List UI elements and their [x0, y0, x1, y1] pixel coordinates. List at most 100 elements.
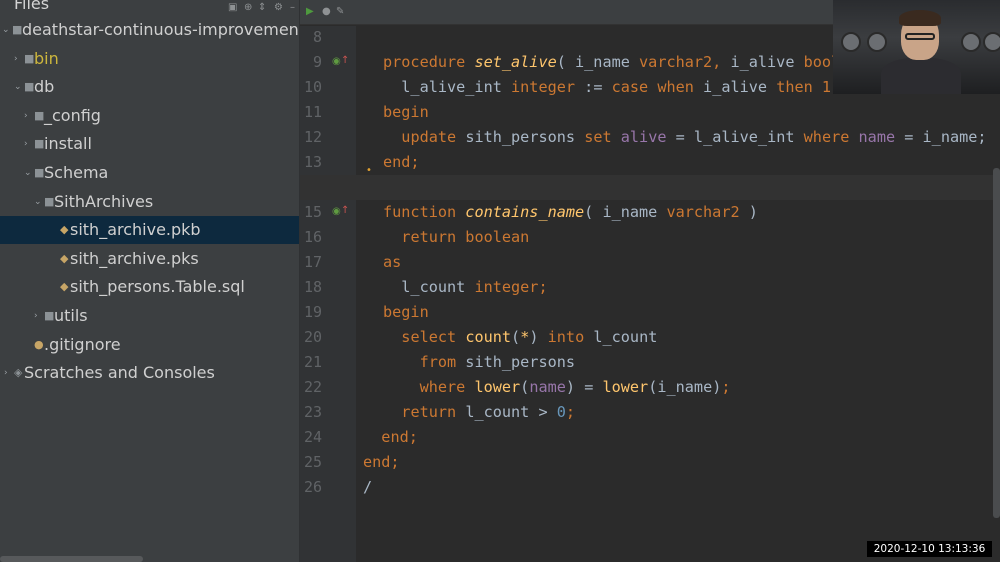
tree-item-root[interactable]: ⌄ ■ deathstar-continuous-improvement	[0, 16, 299, 44]
hide-panel-icon[interactable]: –	[290, 3, 295, 13]
tree-item-install[interactable]: › ■ install	[0, 130, 299, 158]
go-to-declaration-icon[interactable]: ↑	[341, 56, 349, 66]
code-line-13[interactable]: end;	[383, 150, 420, 175]
horizontal-scrollbar[interactable]	[0, 556, 143, 562]
tree-item-sith-archive-pkb[interactable]: ◆ sith_archive.pkb	[0, 216, 299, 245]
collapsed-arrow-icon[interactable]: ›	[4, 359, 8, 387]
code-line-15[interactable]: function contains_name( i_name varchar2 …	[383, 200, 758, 225]
tree-item-config[interactable]: › ■ _config	[0, 102, 299, 130]
expand-arrow-icon[interactable]: ⌄	[2, 16, 10, 44]
tree-item-scratches[interactable]: › ◈ Scratches and Consoles	[0, 359, 299, 387]
tree-item-db[interactable]: ⌄ ■ db	[0, 73, 299, 101]
line-number: 23	[303, 403, 322, 421]
locate-file-icon[interactable]: ⊕	[244, 3, 252, 13]
code-token: set_alive	[474, 53, 557, 71]
code-token: :=	[584, 78, 612, 96]
code-token: lower	[602, 378, 649, 396]
panel-title[interactable]: Files	[14, 0, 49, 13]
code-token: ) =	[565, 378, 603, 396]
tree-item-utils[interactable]: › ■ utils	[0, 302, 299, 330]
collapse-all-icon[interactable]: ▣	[228, 3, 237, 13]
file-icon: ●	[34, 337, 44, 351]
tree-item-label: sith_archive.pkb	[70, 220, 201, 240]
code-token: sith_persons	[465, 128, 585, 146]
tree-item-label: _config	[44, 105, 101, 125]
code-token: (	[511, 328, 521, 346]
code-line-18[interactable]: l_count integer;	[383, 275, 548, 300]
debug-icon[interactable]: ●	[322, 7, 331, 17]
collapsed-arrow-icon[interactable]: ›	[24, 102, 28, 130]
code-token: function	[383, 203, 466, 221]
line-number: 19	[303, 303, 322, 321]
expand-collapse-icon[interactable]: ⇕	[258, 3, 266, 13]
line-number: 10	[303, 78, 322, 96]
expand-arrow-icon[interactable]: ⌄	[34, 188, 42, 216]
code-line-25[interactable]: end;	[363, 450, 400, 475]
code-line-19[interactable]: begin	[383, 300, 429, 325]
line-number: 15	[303, 203, 322, 221]
code-line-20[interactable]: select count(*) into l_count	[383, 325, 657, 350]
code-token: ( i_name	[584, 203, 667, 221]
tree-item-gitignore[interactable]: ● .gitignore	[0, 331, 299, 359]
tree-item-label: deathstar-continuous-improvement	[22, 20, 299, 39]
folder-icon: ■	[34, 108, 45, 122]
gear-icon[interactable]: ⚙	[274, 3, 283, 13]
code-token: begin	[383, 103, 429, 121]
collapsed-arrow-icon[interactable]: ›	[34, 302, 38, 330]
tree-item-label: utils	[54, 306, 88, 325]
code-token: end;	[383, 153, 420, 171]
code-line-12[interactable]: update sith_persons set alive = l_alive_…	[383, 125, 986, 150]
tree-item-label: db	[34, 77, 55, 97]
code-token: return	[401, 403, 466, 421]
line-number: 13	[303, 153, 322, 171]
wrench-icon[interactable]: ✎	[336, 7, 344, 17]
scratches-icon: ◈	[14, 366, 23, 380]
code-token: where	[803, 128, 859, 146]
line-number: 25	[303, 453, 322, 471]
code-token: l_count >	[465, 403, 557, 421]
code-line-16[interactable]: return boolean	[383, 225, 529, 250]
code-line-17[interactable]: as	[383, 250, 401, 275]
line-number: 16	[303, 228, 322, 246]
code-token: sith_persons	[465, 353, 576, 371]
run-icon[interactable]: ▶	[306, 7, 314, 17]
code-line-21[interactable]: from sith_persons	[383, 350, 575, 375]
line-number: 21	[303, 353, 322, 371]
collapsed-arrow-icon[interactable]: ›	[14, 45, 18, 73]
code-token: 0	[556, 403, 566, 421]
code-line-26[interactable]: /	[363, 475, 372, 500]
code-line-22[interactable]: where lower(name) = lower(i_name);	[383, 375, 731, 400]
implementation-marker-icon[interactable]: ◉	[332, 207, 341, 217]
code-line-23[interactable]: return l_count > 0;	[383, 400, 575, 425]
expand-arrow-icon[interactable]: ⌄	[24, 159, 32, 187]
code-token: integer;	[474, 278, 548, 296]
code-token: varchar2,	[639, 53, 731, 71]
expand-arrow-icon[interactable]: ⌄	[14, 73, 22, 101]
code-token: as	[383, 253, 402, 271]
code-line-11[interactable]: begin	[383, 100, 429, 125]
tree-item-bin[interactable]: › ■ bin	[0, 45, 299, 73]
code-token: ( i_name	[556, 53, 640, 71]
file-icon: ◆	[60, 280, 69, 294]
go-to-declaration-icon[interactable]: ↑	[341, 206, 349, 216]
implementation-marker-icon[interactable]: ◉	[332, 57, 341, 67]
code-token: integer	[511, 78, 585, 96]
code-line-9[interactable]: procedure set_alive( i_name varchar2, i_…	[383, 50, 904, 75]
tree-item-sith-archive-pks[interactable]: ◆ sith_archive.pks	[0, 245, 299, 273]
tree-item-sith-persons-table[interactable]: ◆ sith_persons.Table.sql	[0, 273, 299, 301]
vertical-scrollbar[interactable]	[993, 168, 1000, 518]
code-token: end;	[363, 453, 400, 471]
line-number: 8	[312, 28, 322, 46]
tree-item-schema[interactable]: ⌄ ■ Schema	[0, 159, 299, 187]
collapsed-arrow-icon[interactable]: ›	[24, 130, 28, 158]
code-line-24[interactable]: end;	[363, 425, 418, 450]
tree-item-sitharchives[interactable]: ⌄ ■ SithArchives	[0, 188, 299, 216]
tree-item-label: install	[44, 134, 92, 154]
line-number: 20	[303, 328, 322, 346]
code-token: )	[529, 328, 548, 346]
code-token: select	[401, 328, 466, 346]
